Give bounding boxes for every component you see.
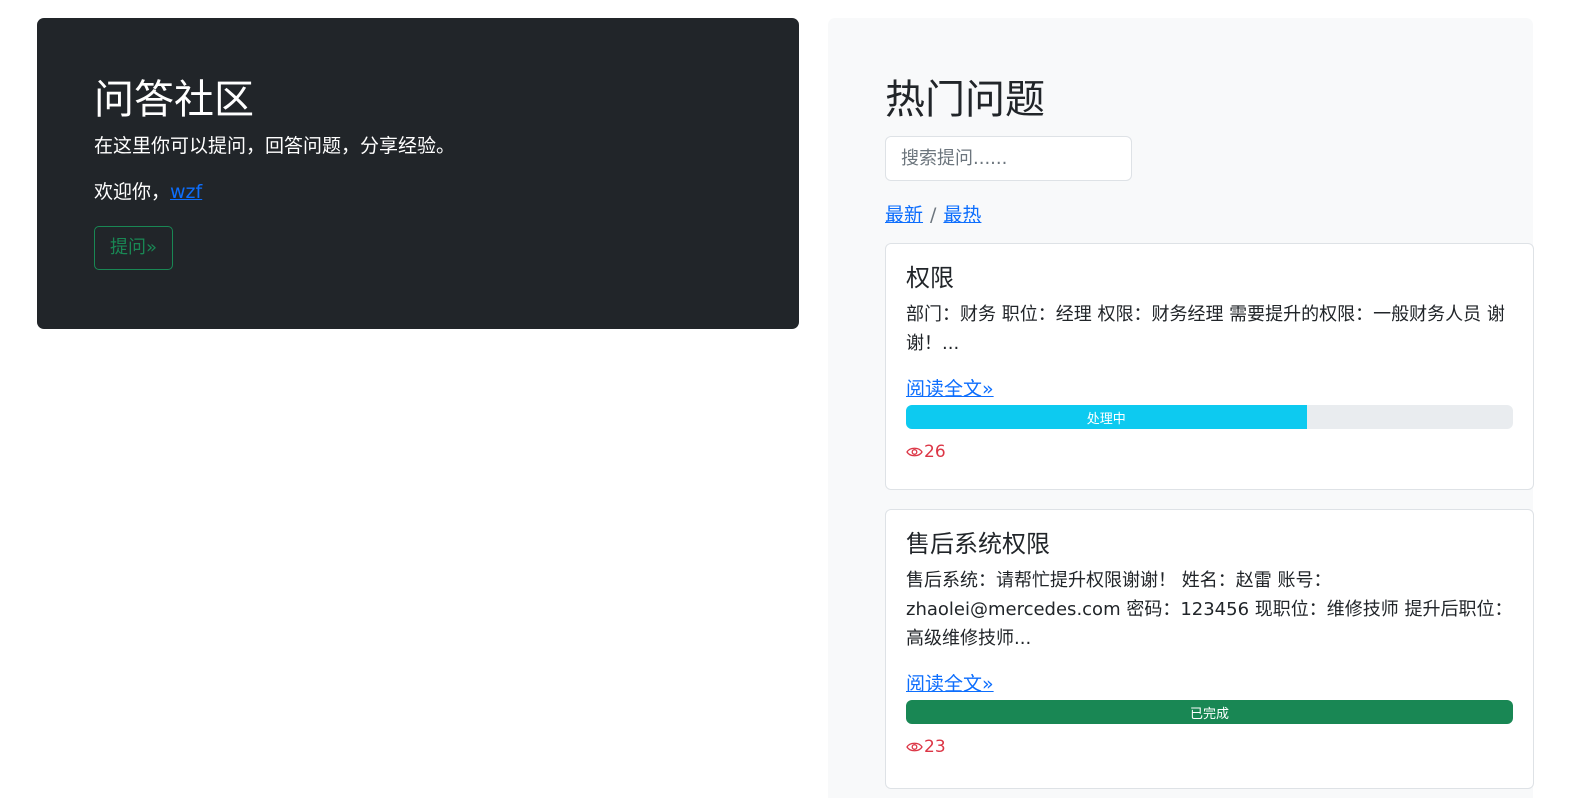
search-input[interactable] xyxy=(885,136,1132,181)
site-title: 问答社区 xyxy=(94,77,254,123)
view-count: 23 xyxy=(906,735,1513,759)
question-title: 售后系统权限 xyxy=(906,530,1050,558)
eye-icon xyxy=(906,742,923,752)
site-description: 在这里你可以提问，回答问题，分享经验。 xyxy=(94,135,456,157)
view-count-value: 26 xyxy=(924,442,946,462)
question-card: 权限 部门：财务 职位：经理 权限：财务经理 需要提升的权限：一般财务人员 谢谢… xyxy=(885,243,1534,490)
question-excerpt: 部门：财务 职位：经理 权限：财务经理 需要提升的权限：一般财务人员 谢谢！..… xyxy=(906,304,1505,354)
username-link[interactable]: wzf xyxy=(170,181,202,203)
welcome-line: 欢迎你，wzf xyxy=(94,178,742,206)
status-progress: 处理中 xyxy=(906,405,1513,429)
hero-panel: 问答社区 在这里你可以提问，回答问题，分享经验。 欢迎你，wzf 提问» xyxy=(37,18,799,329)
read-more-link[interactable]: 阅读全文» xyxy=(906,376,994,402)
question-card: 售后系统权限 售后系统：请帮忙提升权限谢谢！ 姓名：赵雷 账号：zhaolei@… xyxy=(885,509,1534,789)
status-progress-bar: 处理中 xyxy=(906,405,1307,429)
welcome-prefix: 欢迎你， xyxy=(94,181,171,203)
sort-hottest-link[interactable]: 最热 xyxy=(943,204,981,226)
status-label: 已完成 xyxy=(1189,706,1229,722)
eye-icon xyxy=(906,447,923,457)
question-title: 权限 xyxy=(906,264,954,292)
sort-links: 最新 / 最热 xyxy=(885,202,1533,228)
ask-question-button[interactable]: 提问» xyxy=(94,226,174,270)
status-progress-bar: 已完成 xyxy=(906,700,1513,724)
status-label: 处理中 xyxy=(1086,411,1126,427)
sort-latest-link[interactable]: 最新 xyxy=(885,204,923,226)
view-count-value: 23 xyxy=(924,737,946,757)
view-count: 26 xyxy=(906,440,1513,464)
question-excerpt: 售后系统：请帮忙提升权限谢谢！ 姓名：赵雷 账号：zhaolei@mercede… xyxy=(906,570,1513,649)
read-more-link[interactable]: 阅读全文» xyxy=(906,671,994,697)
status-progress: 已完成 xyxy=(906,700,1513,724)
hot-questions-panel: 热门问题 最新 / 最热 权限 部门：财务 职位：经理 权限：财务经理 需要提升的权… xyxy=(828,18,1534,798)
hot-questions-title: 热门问题 xyxy=(885,77,1045,123)
sort-separator: / xyxy=(930,204,937,226)
